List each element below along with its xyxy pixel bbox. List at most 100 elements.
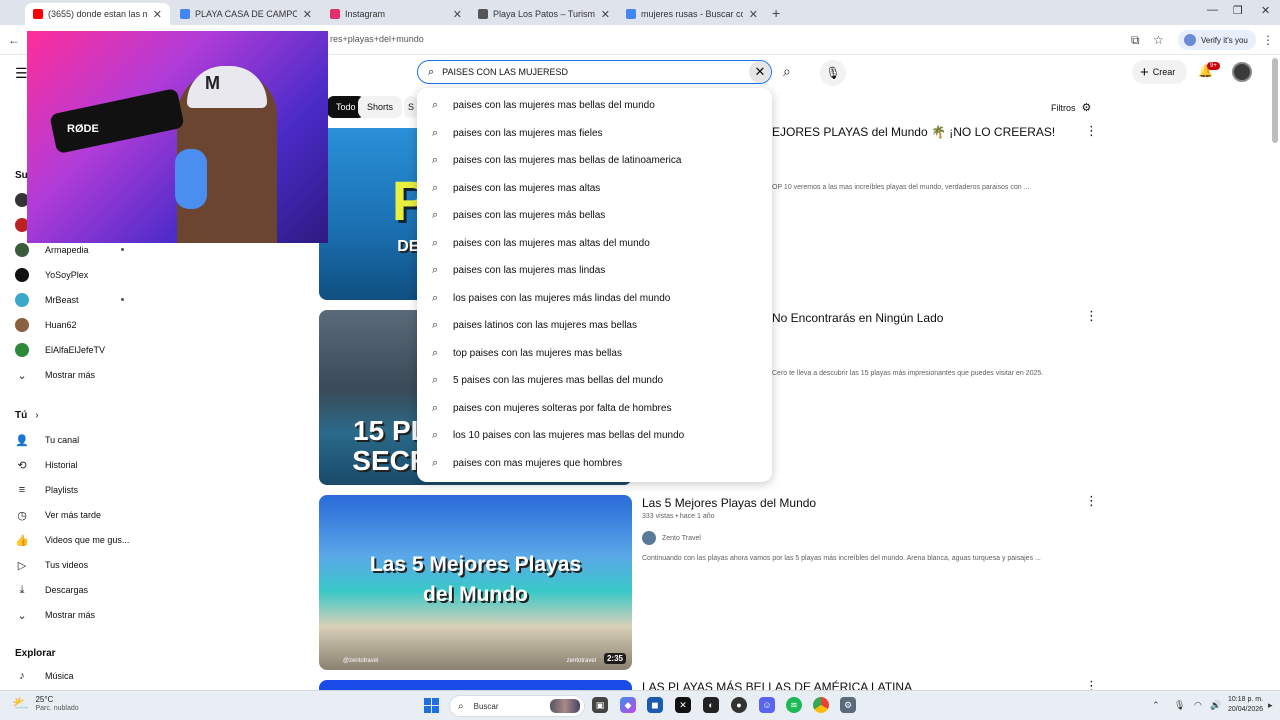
suggestion-item[interactable]: ⌕ paises con las mujeres mas bellas del m… <box>417 92 772 120</box>
suggestion-item[interactable]: ⌕ paises con las mujeres mas bellas de la… <box>417 147 772 175</box>
video-options-icon[interactable]: ⋮ <box>1085 493 1098 509</box>
video-title[interactable]: EJORES PLAYAS del Mundo 🌴 ¡NO LO CREERAS… <box>772 125 1055 139</box>
sidebar-item-downloads[interactable]: ⤓ Descargas <box>15 580 145 600</box>
close-icon[interactable]: ✕ <box>153 8 162 21</box>
obs-icon[interactable]: ● <box>731 697 747 713</box>
close-icon[interactable]: ✕ <box>453 8 462 21</box>
close-window-icon[interactable]: ✕ <box>1261 4 1270 17</box>
video-description: OP 10 veremos a las mas increíbles playa… <box>772 184 1030 191</box>
video-title[interactable]: LAS PLAYAS MÁS BELLAS DE AMÉRICA LATINA <box>642 680 912 690</box>
new-content-dot <box>121 298 124 301</box>
suggestion-item[interactable]: ⌕ los 10 paises con las mujeres mas bella… <box>417 422 772 450</box>
history-icon: ⟲ <box>17 459 27 472</box>
taskbar-search[interactable]: ⌕ Buscar <box>449 695 585 717</box>
sidebar-item-your-videos[interactable]: ▷ Tus videos <box>15 555 145 575</box>
sidebar-sub-mrbeast[interactable]: MrBeast <box>15 290 145 310</box>
webcam-overlay: M RØDE <box>27 31 328 243</box>
copilot-icon[interactable]: ◆ <box>620 697 636 713</box>
hamburger-menu-icon[interactable]: ☰ <box>15 65 28 82</box>
sidebar-item-watch-later[interactable]: ◷ Ver más tarde <box>15 505 145 525</box>
volume-icon[interactable]: 🔊 <box>1210 700 1221 711</box>
suggestion-item[interactable]: ⌕ top paises con las mujeres mas bellas <box>417 340 772 368</box>
chip-shorts[interactable]: Shorts <box>358 96 403 118</box>
spotify-icon[interactable]: ≋ <box>786 697 802 713</box>
sidebar-you-heading[interactable]: Tú › <box>15 405 145 425</box>
notification-icon[interactable]: ▸ <box>1268 700 1273 711</box>
restore-icon[interactable]: ❐ <box>1233 4 1243 17</box>
microphone-icon[interactable]: 🎙 <box>1174 700 1185 711</box>
bookmark-star-icon[interactable]: ☆ <box>1153 33 1164 47</box>
search-input-container[interactable]: ⌕ <box>417 60 772 84</box>
wifi-icon[interactable]: ◠ <box>1194 700 1202 711</box>
sidebar-item-your-channel[interactable]: 👤 Tu canal <box>15 430 145 450</box>
close-icon[interactable]: ✕ <box>601 8 610 21</box>
weather-widget[interactable]: ⛅ 25°C Parc. nublado <box>12 695 79 712</box>
sidebar-item-playlists[interactable]: ≡ Playlists <box>15 480 145 500</box>
video-options-icon[interactable]: ⋮ <box>1085 123 1098 139</box>
windows-start-icon[interactable] <box>424 698 439 713</box>
store-icon[interactable]: ◼ <box>647 697 663 713</box>
sidebar-item-history[interactable]: ⟲ Historial <box>15 455 145 475</box>
new-tab-icon[interactable]: + <box>772 5 780 21</box>
tab-youtube[interactable]: (3655) donde estan las mejores ✕ <box>25 3 170 25</box>
back-icon[interactable]: ← <box>8 33 20 47</box>
suggestion-item[interactable]: ⌕ paises con mas mujeres que hombres <box>417 450 772 478</box>
install-icon[interactable]: ⧉ <box>1131 33 1140 48</box>
search-icon: ⌕ <box>428 65 435 78</box>
system-clock[interactable]: 10:18 p. m. 20/04/2026 <box>1228 695 1263 715</box>
close-icon[interactable]: ✕ <box>749 8 758 21</box>
video-thumbnail[interactable]: Las 5 Mejores Playas del Mundo @zentotra… <box>319 495 632 670</box>
google-favicon-icon <box>626 9 636 19</box>
video-options-icon[interactable]: ⋮ <box>1085 678 1098 690</box>
suggestion-item[interactable]: ⌕ paises con las mujeres mas altas <box>417 175 772 203</box>
sidebar-show-more-subs[interactable]: ⌄ Mostrar más <box>15 365 145 385</box>
capcut-icon[interactable]: ✕ <box>675 697 691 713</box>
suggestion-text: 5 paises con las mujeres mas bellas del … <box>453 375 664 387</box>
search-input[interactable] <box>442 67 723 77</box>
tab-mujeres-rusas[interactable]: mujeres rusas - Buscar con Goo ✕ <box>618 3 766 25</box>
chip-partial[interactable]: S <box>404 96 418 118</box>
filters-button[interactable]: Filtros ⚙ <box>1051 101 1091 114</box>
tab-instagram[interactable]: Instagram ✕ <box>322 3 470 25</box>
sidebar-sub-yosoyplex[interactable]: YoSoyPlex <box>15 265 145 285</box>
close-icon[interactable]: ✕ <box>303 8 312 21</box>
suggestion-item[interactable]: ⌕ paises latinos con las mujeres mas bell… <box>417 312 772 340</box>
verify-button[interactable]: Verify it's you <box>1178 30 1256 50</box>
sidebar-item-liked-videos[interactable]: 👍 Videos que me gus... <box>15 530 145 550</box>
video-options-icon[interactable]: ⋮ <box>1085 308 1098 324</box>
chrome-icon[interactable] <box>813 697 829 713</box>
video-title[interactable]: Las 5 Mejores Playas del Mundo <box>642 496 816 510</box>
sidebar-item-music[interactable]: ♪ Música <box>15 666 145 686</box>
discord-icon[interactable]: ☺ <box>759 697 775 713</box>
suggestion-item[interactable]: ⌕ paises con las mujeres más bellas <box>417 202 772 230</box>
channel-link[interactable]: Zento Travel <box>642 531 701 545</box>
suggestion-item[interactable]: ⌕ los paises con las mujeres más lindas d… <box>417 285 772 313</box>
sidebar-sub-armapedia[interactable]: Armapedia <box>15 240 145 260</box>
suggestion-item[interactable]: ⌕ paises con las mujeres mas altas del mu… <box>417 230 772 258</box>
clear-search-icon[interactable]: ✕ <box>749 61 771 83</box>
suggestion-item[interactable]: ⌕ paises con mujeres solteras por falta d… <box>417 395 772 423</box>
suggestion-item[interactable]: ⌕ paises con las mujeres mas fieles <box>417 120 772 148</box>
suggestion-item[interactable]: ⌕ paises con las mujeres mas lindas <box>417 257 772 285</box>
create-button[interactable]: + Crear <box>1132 60 1188 84</box>
sidebar-sub-elalfaeljefetv[interactable]: ElAlfaElJefeTV <box>15 340 145 360</box>
more-menu-icon[interactable]: ⋮ <box>1262 33 1274 47</box>
microphone <box>49 87 185 155</box>
chevron-up-icon[interactable]: ⌃ <box>1152 700 1160 711</box>
settings-gear-icon[interactable]: ⚙ <box>840 697 856 713</box>
url-text[interactable]: res+playas+del+mundo <box>330 34 424 44</box>
task-view-icon[interactable]: ▣ <box>592 697 608 713</box>
tab-google-search[interactable]: PLAYA CASA DE CAMPO - Buscar ✕ <box>172 3 320 25</box>
sidebar-show-more-you[interactable]: ⌄ Mostrar más <box>15 605 145 625</box>
page-scrollbar[interactable] <box>1272 58 1278 143</box>
avatar[interactable] <box>1232 62 1252 82</box>
suggestion-item[interactable]: ⌕ 5 paises con las mujeres mas bellas del… <box>417 367 772 395</box>
app-icon[interactable]: ◐ <box>703 697 719 713</box>
video-thumbnail[interactable] <box>319 680 632 690</box>
tab-playa-los-patos[interactable]: Playa Los Patos – Turismo en Re ✕ <box>470 3 618 25</box>
minimize-icon[interactable]: — <box>1207 4 1218 16</box>
search-button-icon[interactable]: ⌕ <box>783 63 791 80</box>
sidebar-sub-huan62[interactable]: Huan62 <box>15 315 145 335</box>
video-title[interactable]: No Encontrarás en Ningún Lado <box>772 311 943 325</box>
voice-search-icon[interactable]: 🎙 <box>820 60 846 86</box>
